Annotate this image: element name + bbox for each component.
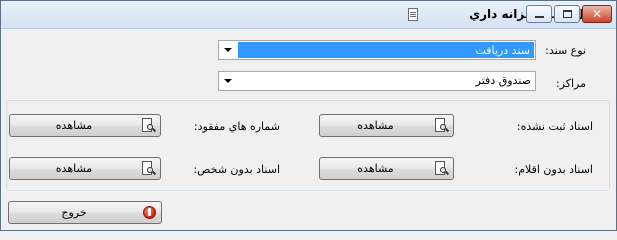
centers-label: مراكز: bbox=[555, 77, 586, 90]
doc-type-combo[interactable]: سند دريافت bbox=[218, 40, 536, 60]
document-search-icon bbox=[434, 161, 450, 176]
document-icon bbox=[406, 8, 420, 22]
no-items-docs-label: اسناد بدون اقلام: bbox=[514, 163, 593, 176]
minimize-button[interactable] bbox=[526, 5, 552, 23]
no-person-docs-label: اسناد بدون شخص: bbox=[193, 163, 280, 176]
centers-value: صندوق دفتر bbox=[475, 74, 531, 87]
view-no-person-button[interactable]: مشاهده bbox=[9, 157, 161, 180]
view-label: مشاهده bbox=[357, 162, 394, 175]
view-label: مشاهده bbox=[357, 119, 394, 132]
doc-type-value: سند دريافت bbox=[238, 42, 534, 58]
maximize-button[interactable] bbox=[554, 5, 580, 23]
close-icon: ✕ bbox=[591, 7, 603, 21]
doc-type-label: نوع سند: bbox=[545, 44, 586, 57]
unregistered-docs-label: اسناد ثبت نشده: bbox=[516, 120, 593, 133]
minimize-icon bbox=[535, 16, 544, 18]
view-label: مشاهده bbox=[55, 162, 93, 175]
exit-label: خروج bbox=[61, 206, 87, 219]
document-search-icon bbox=[434, 118, 450, 133]
centers-combo[interactable]: صندوق دفتر bbox=[218, 71, 536, 91]
view-unregistered-button[interactable]: مشاهده bbox=[319, 114, 454, 137]
view-no-items-button[interactable]: مشاهده bbox=[319, 157, 454, 180]
close-button[interactable]: ✕ bbox=[582, 5, 612, 23]
maximize-icon bbox=[563, 10, 572, 18]
view-missing-numbers-button[interactable]: مشاهده bbox=[9, 114, 161, 137]
chevron-down-icon[interactable] bbox=[219, 41, 236, 59]
document-search-icon bbox=[141, 161, 157, 176]
exit-button[interactable]: خروج bbox=[8, 201, 162, 224]
title-bar[interactable]: كنترل اسناد خزانه داري ✕ bbox=[1, 1, 616, 29]
view-label: مشاهده bbox=[55, 119, 93, 132]
window: كنترل اسناد خزانه داري ✕ نوع سند: سند در… bbox=[0, 0, 617, 231]
chevron-down-icon[interactable] bbox=[219, 72, 236, 90]
missing-numbers-label: شماره هاي مفقود: bbox=[193, 120, 280, 133]
document-search-icon bbox=[141, 118, 157, 133]
power-icon bbox=[142, 205, 157, 220]
